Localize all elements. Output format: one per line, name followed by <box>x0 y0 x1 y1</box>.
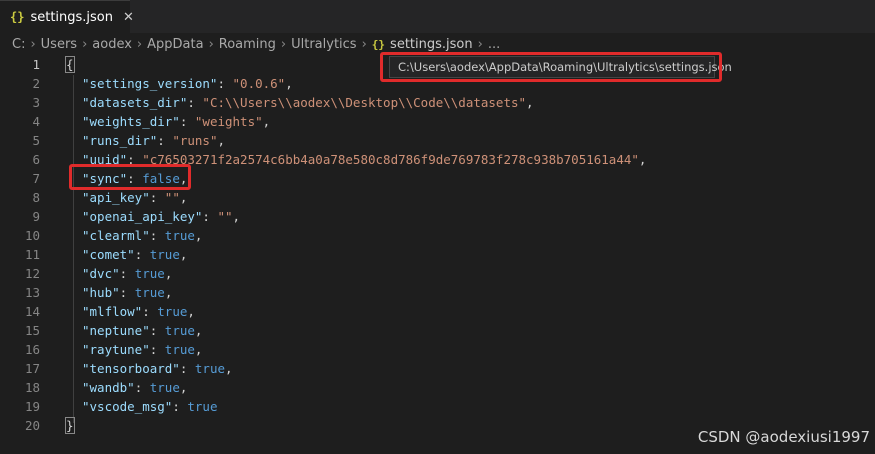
breadcrumb-item-drive[interactable]: C: <box>12 37 25 52</box>
watermark: CSDN @aodexiusi1997 <box>697 428 870 446</box>
json-value: "weights" <box>194 114 263 129</box>
breadcrumb-item-appdata[interactable]: AppData <box>147 37 203 52</box>
line-number: 16 <box>24 342 40 357</box>
json-value: true <box>164 228 195 243</box>
json-value: true <box>194 361 226 376</box>
breadcrumb-item-roaming[interactable]: Roaming <box>219 37 276 52</box>
line-number: 2 <box>32 76 40 91</box>
json-value: "" <box>164 190 180 205</box>
code-line: 14 "mlflow": true, <box>0 302 875 321</box>
line-number: 11 <box>24 247 40 262</box>
line-number: 8 <box>32 190 40 205</box>
json-key: "raytune" <box>82 342 150 357</box>
json-key: "hub" <box>82 285 120 300</box>
code-editor[interactable]: 1 { 2 "settings_version": "0.0.6", 3 "da… <box>0 55 875 454</box>
json-key: "neptune" <box>82 323 150 338</box>
code-line: 15 "neptune": true, <box>0 321 875 340</box>
code-line: 12 "dvc": true, <box>0 264 875 283</box>
json-value: "runs" <box>172 133 218 148</box>
chevron-right-icon: › <box>477 36 483 52</box>
code-line: 9 "openai_api_key": "", <box>0 207 875 226</box>
json-value: "c76503271f2a2574c6bb4a0a78e580c8d786f9d… <box>142 152 639 167</box>
breadcrumb-item-aodex[interactable]: aodex <box>92 37 132 52</box>
line-number: 14 <box>24 304 40 319</box>
json-key: "vscode_msg" <box>82 399 173 414</box>
json-value: "C:\\Users\\aodex\\Desktop\\Code\\datase… <box>202 95 527 110</box>
code-line: 10 "clearml": true, <box>0 226 875 245</box>
line-number: 17 <box>24 361 40 376</box>
json-key: "tensorboard" <box>82 361 180 376</box>
line-number: 6 <box>32 152 40 167</box>
json-key: "datasets_dir" <box>82 95 188 110</box>
code-line: 17 "tensorboard": true, <box>0 359 875 378</box>
json-key: "settings_version" <box>82 76 218 91</box>
line-number: 20 <box>24 418 40 433</box>
breadcrumb-item-users[interactable]: Users <box>41 37 77 52</box>
code-line: 19 "vscode_msg": true <box>0 397 875 416</box>
code-line: 5 "runs_dir": "runs", <box>0 131 875 150</box>
line-number: 19 <box>24 399 40 414</box>
json-key: "clearml" <box>82 228 150 243</box>
highlight-box-sync <box>69 164 191 190</box>
json-key: "dvc" <box>82 266 120 281</box>
json-key: "mlflow" <box>82 304 143 319</box>
tab-label: settings.json <box>30 9 114 25</box>
line-number: 4 <box>32 114 40 129</box>
json-file-icon: {} <box>10 10 25 24</box>
json-value: true <box>134 266 165 281</box>
chevron-right-icon: › <box>361 36 367 52</box>
json-value: true <box>164 342 195 357</box>
line-number: 5 <box>32 133 40 148</box>
json-file-icon: {} <box>371 37 386 51</box>
highlight-box-path <box>380 52 722 82</box>
code-line: 13 "hub": true, <box>0 283 875 302</box>
json-key: "openai_api_key" <box>82 209 203 224</box>
json-value: true <box>149 247 180 262</box>
line-number: 13 <box>24 285 40 300</box>
tab-bar: {} settings.json ✕ <box>0 0 875 33</box>
code-line: 16 "raytune": true, <box>0 340 875 359</box>
json-value: true <box>187 399 218 414</box>
json-key: "comet" <box>82 247 135 262</box>
line-number: 3 <box>32 95 40 110</box>
chevron-right-icon: › <box>136 36 143 52</box>
line-number: 10 <box>24 228 40 243</box>
chevron-right-icon: › <box>208 36 214 52</box>
line-number: 7 <box>32 171 40 186</box>
line-number: 12 <box>24 266 40 281</box>
json-key: "api_key" <box>82 190 150 205</box>
breadcrumb-item-ultralytics[interactable]: Ultralytics <box>291 37 356 52</box>
line-number: 18 <box>24 380 40 395</box>
breadcrumb-item-file[interactable]: settings.json <box>390 37 473 52</box>
open-brace: { <box>65 56 75 73</box>
code-line: 18 "wandb": true, <box>0 378 875 397</box>
json-key: "wandb" <box>82 380 135 395</box>
json-key: "runs_dir" <box>82 133 158 148</box>
code-line: 8 "api_key": "", <box>0 188 875 207</box>
json-value: "0.0.6" <box>232 76 286 91</box>
chevron-right-icon: › <box>82 36 88 52</box>
chevron-right-icon: › <box>280 36 287 52</box>
json-value: true <box>149 380 180 395</box>
json-value: true <box>157 304 188 319</box>
tab-settings-json[interactable]: {} settings.json ✕ <box>0 0 134 33</box>
json-value: true <box>164 323 195 338</box>
breadcrumb-item-more[interactable]: ... <box>488 37 500 52</box>
code-line: 4 "weights_dir": "weights", <box>0 112 875 131</box>
line-number: 9 <box>32 209 40 224</box>
json-key: "weights_dir" <box>82 114 180 129</box>
json-value: true <box>134 285 165 300</box>
code-line: 3 "datasets_dir": "C:\\Users\\aodex\\Des… <box>0 93 875 112</box>
close-brace: } <box>65 417 75 434</box>
chevron-right-icon: › <box>30 36 36 52</box>
line-number: 1 <box>32 57 40 72</box>
close-icon[interactable]: ✕ <box>123 10 134 25</box>
line-number: 15 <box>24 323 40 338</box>
code-line: 11 "comet": true, <box>0 245 875 264</box>
json-value: "" <box>217 209 233 224</box>
